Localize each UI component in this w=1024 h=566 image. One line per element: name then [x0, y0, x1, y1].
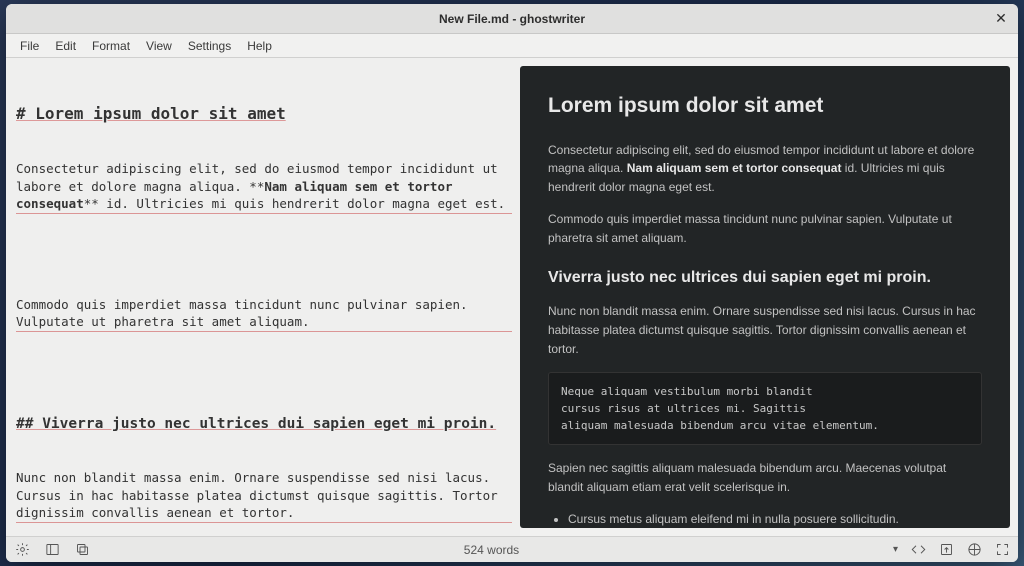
- preview-p1: Consectetur adipiscing elit, sed do eius…: [548, 141, 982, 197]
- preview-h2: Viverra justo nec ultrices dui sapien eg…: [548, 266, 982, 291]
- editor-h2: ## Viverra justo nec ultrices dui sapien…: [16, 414, 512, 434]
- preview-p3: Nunc non blandit massa enim. Ornare susp…: [548, 302, 982, 358]
- compass-icon[interactable]: [966, 542, 982, 558]
- app-window: New File.md - ghostwriter ✕ File Edit Fo…: [6, 4, 1018, 562]
- preview-li1: Cursus metus aliquam eleifend mi in null…: [568, 510, 982, 528]
- preview-p4: Sapien nec sagittis aliquam malesuada bi…: [548, 459, 982, 496]
- preview-pane[interactable]: Lorem ipsum dolor sit amet Consectetur a…: [520, 66, 1010, 528]
- menu-edit[interactable]: Edit: [47, 36, 84, 56]
- copy-icon[interactable]: [74, 542, 90, 558]
- close-icon[interactable]: ✕: [992, 9, 1010, 27]
- code-icon[interactable]: [910, 542, 926, 558]
- menu-format[interactable]: Format: [84, 36, 138, 56]
- preview-h1: Lorem ipsum dolor sit amet: [548, 90, 982, 123]
- markdown-editor[interactable]: # Lorem ipsum dolor sit amet Consectetur…: [6, 58, 520, 536]
- split-content: # Lorem ipsum dolor sit amet Consectetur…: [6, 58, 1018, 536]
- preview-pane-wrap: Lorem ipsum dolor sit amet Consectetur a…: [520, 58, 1018, 536]
- menu-file[interactable]: File: [12, 36, 47, 56]
- statusbar: 524 words ▾: [6, 536, 1018, 562]
- sidebar-icon[interactable]: [44, 542, 60, 558]
- chevron-down-icon[interactable]: ▾: [893, 544, 898, 555]
- titlebar[interactable]: New File.md - ghostwriter ✕: [6, 4, 1018, 34]
- menu-help[interactable]: Help: [239, 36, 280, 56]
- window-title: New File.md - ghostwriter: [439, 12, 585, 26]
- word-count: 524 words: [90, 543, 893, 557]
- fullscreen-icon[interactable]: [994, 542, 1010, 558]
- menu-settings[interactable]: Settings: [180, 36, 239, 56]
- menu-view[interactable]: View: [138, 36, 180, 56]
- preview-list: Cursus metus aliquam eleifend mi in null…: [568, 510, 982, 528]
- preview-code: Neque aliquam vestibulum morbi blandit c…: [548, 372, 982, 445]
- editor-h1: # Lorem ipsum dolor sit amet: [16, 103, 512, 125]
- gear-icon[interactable]: [14, 542, 30, 558]
- menubar: File Edit Format View Settings Help: [6, 34, 1018, 58]
- export-icon[interactable]: [938, 542, 954, 558]
- preview-p2: Commodo quis imperdiet massa tincidunt n…: [548, 210, 982, 247]
